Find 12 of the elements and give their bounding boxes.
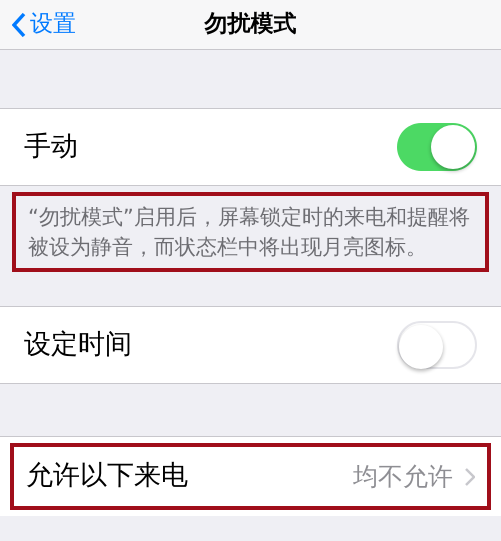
description-text: “勿扰模式”启用后，屏幕锁定时的来电和提醒将被设为静音，而状态栏中将出现月亮图标。	[12, 192, 489, 272]
settings-row[interactable]: 允许以下来电 均不允许	[0, 436, 501, 516]
row-label: 手动	[24, 130, 79, 164]
chevron-right-icon	[465, 468, 475, 486]
row-label: 设定时间	[24, 328, 133, 362]
back-button[interactable]: 设置	[0, 7, 76, 42]
chevron-left-icon	[12, 12, 26, 38]
toggle-switch[interactable]	[397, 123, 477, 171]
page-title: 勿扰模式	[204, 10, 296, 40]
toggle-switch[interactable]	[397, 321, 477, 369]
row-value: 均不允许	[353, 460, 453, 493]
row-label: 允许以下来电	[26, 459, 189, 494]
